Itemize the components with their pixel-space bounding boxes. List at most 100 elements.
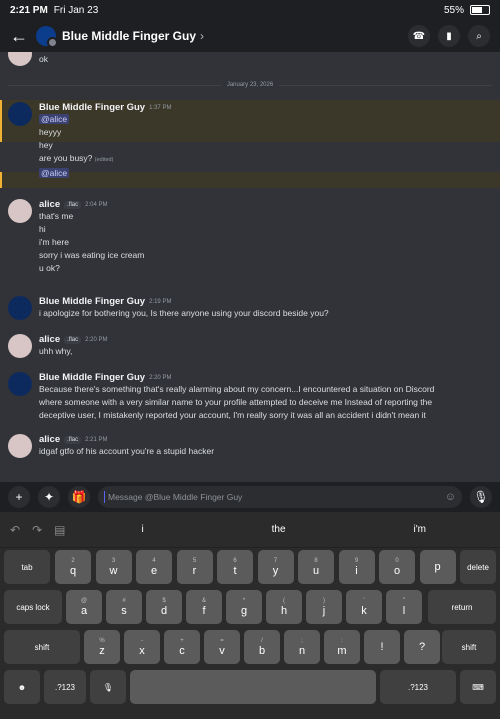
avatar[interactable] [8,372,32,396]
date-separator: January 23, 2026 [8,80,492,90]
avatar[interactable] [36,26,58,48]
key-char[interactable]: ; n [284,630,320,664]
status-bar: 2:21 PM Fri Jan 23 55% [0,0,500,20]
key-char[interactable]: / b [244,630,280,664]
key-w[interactable]: 3w [95,550,132,584]
key-label: ? [418,641,426,653]
key-alt-label: 0 [395,557,399,564]
key-s[interactable]: # s [106,590,142,624]
key-char[interactable]: ! [364,630,400,664]
key-t[interactable]: 6t [217,550,253,584]
key-u[interactable]: 8u [298,550,334,584]
chevron-right-icon[interactable]: › [200,29,204,43]
key-char[interactable]: % z [84,630,120,664]
delete-key[interactable]: delete [460,550,496,584]
paste-icon[interactable]: ▤ [54,523,65,537]
key-h[interactable]: (h [266,590,302,624]
key-j[interactable]: ) j [306,590,342,624]
key-i[interactable]: 9i [338,550,375,584]
author-name[interactable]: Blue Middle Finger Guy [39,102,145,113]
key-a[interactable]: @ a [66,590,102,624]
avatar[interactable] [8,334,32,358]
author-name[interactable]: alice [39,434,60,445]
battery-icon [470,5,490,15]
clan-tag[interactable]: .flac [64,335,82,344]
plus-icon[interactable]: + [8,486,30,508]
call-icon[interactable]: ☎ [408,25,430,47]
author-name[interactable]: Blue Middle Finger Guy [39,372,145,383]
space-key[interactable] [130,670,376,704]
key-label: g [240,604,248,617]
key-y[interactable]: 7y [257,550,294,584]
user-mention[interactable]: @alice [39,114,70,124]
user-mention[interactable]: @alice [39,168,70,178]
message: Blue Middle Finger Guy 1:37 PM @alice hey… [8,102,492,180]
shift-key-right[interactable]: shift [442,630,496,664]
key-e[interactable]: 4e [136,550,172,584]
numbers-key-right[interactable]: .?123 [380,670,456,704]
key-char[interactable]: -x [124,630,160,664]
apps-icon[interactable]: ✦ [38,486,60,508]
avatar[interactable] [8,296,32,320]
key-o[interactable]: 0o [379,550,415,584]
status-right: 55% [444,5,490,16]
clan-tag[interactable]: .flac [64,435,82,444]
emoji-key[interactable]: ☻ [4,670,40,704]
return-key[interactable]: return [428,590,496,624]
clan-tag[interactable]: .flac [64,200,82,209]
author-name[interactable]: Blue Middle Finger Guy [39,296,145,307]
key-label: 🎙 [102,682,114,692]
key-label: shift [34,642,50,652]
key-f[interactable]: & f [186,590,222,624]
shift-key[interactable]: shift [4,630,80,664]
message-input[interactable]: Message @Blue Middle Finger Guy ☺ [98,486,462,508]
avatar[interactable] [8,102,32,126]
redo-icon[interactable]: ↷ [32,523,42,537]
key-char[interactable]: :m [324,630,360,664]
key-label: u [312,564,320,577]
keyboard: ↶ ↷ ▤ i the i'm tab 2 q 3 w 4 e 5 r 6 t 7 y 8 u 9 i 0 o p de… [0,512,500,719]
caps-lock-key[interactable]: caps lock [4,590,62,624]
key-k[interactable]: ' k [346,590,382,624]
key-char[interactable]: + c [164,630,200,664]
suggestion[interactable]: the [272,524,286,535]
key-alt-label: ( [283,597,285,604]
gift-icon[interactable]: 🎁 [68,486,90,508]
avatar[interactable] [8,199,32,223]
author-name[interactable]: alice [39,199,60,210]
author-name[interactable]: alice [39,334,60,345]
video-icon[interactable]: ▮ [438,25,460,47]
key-char[interactable]: = v [204,630,240,664]
key-label: s [121,604,127,617]
undo-icon[interactable]: ↶ [10,523,20,537]
dictation-key[interactable]: 🎙 [90,670,126,704]
key-alt-label: @ [80,597,88,604]
back-arrow-icon[interactable]: ← [10,26,32,47]
key-label: x [139,644,145,657]
avatar[interactable] [8,52,32,66]
avatar[interactable] [8,434,32,458]
search-icon[interactable]: ⌕ [468,25,490,47]
suggestion[interactable]: i'm [414,524,426,535]
key-g[interactable]: * g [226,590,262,624]
tab-key[interactable]: tab [4,550,50,584]
key-alt-label: / [261,637,263,644]
message: Blue Middle Finger Guy 2:20 PM Because th… [8,372,492,422]
key-label: m [337,644,347,657]
emoji-icon[interactable]: ☺ [445,491,456,503]
key-label: v [219,644,225,657]
dm-title[interactable]: Blue Middle Finger Guy [62,29,196,43]
key-d[interactable]: $ d [146,590,182,624]
key-char[interactable]: ? [404,630,440,664]
key-l[interactable]: " l [386,590,422,624]
hide-keyboard-key[interactable]: ⌨ [460,670,496,704]
chat-area[interactable]: alice ok January 23, 2026 Blue Middle Fi… [0,52,500,482]
suggestion[interactable]: i [141,524,143,535]
message-placeholder: Message @Blue Middle Finger Guy [108,492,243,502]
mic-icon[interactable]: 🎙 [470,486,492,508]
key-r[interactable]: 5r [176,550,213,584]
key-q[interactable]: 2q [55,550,91,584]
numbers-key[interactable]: .?123 [44,670,86,704]
timestamp: 2:19 PM [149,298,172,305]
key-p[interactable]: p [419,550,456,584]
